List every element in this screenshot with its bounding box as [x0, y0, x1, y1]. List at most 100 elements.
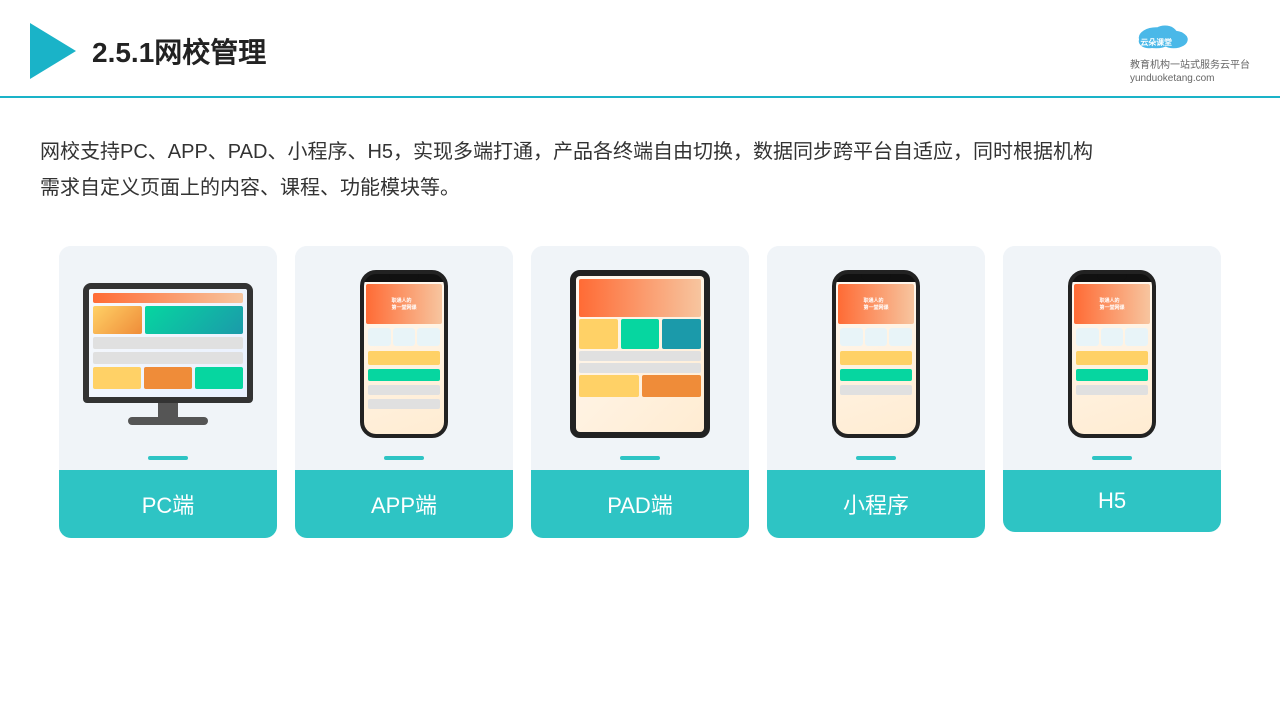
pc-block4: [144, 367, 192, 389]
phone-notch-mini: [861, 274, 891, 282]
card-app-stripe: [384, 456, 424, 460]
card-pad-stripe: [620, 456, 660, 460]
tablet-block1: [579, 319, 618, 349]
card-pad-label: PAD端: [531, 470, 749, 538]
cloud-logo-icon: 云朵课堂: [1130, 18, 1200, 54]
phone-row4: [368, 385, 440, 395]
card-pad: PAD端: [531, 246, 749, 538]
phone-grid-mini: [838, 326, 914, 348]
pc-base: [128, 417, 208, 425]
device-app-mockup: 职通人的第一堂网课: [360, 270, 448, 438]
tablet-row1: [579, 319, 701, 349]
brand-tagline: 教育机构一站式服务云平台: [1130, 56, 1250, 71]
card-miniprogram-label: 小程序: [767, 470, 985, 538]
card-pad-image-area: [531, 246, 749, 456]
pc-block5: [195, 367, 243, 389]
phone-icon1: [368, 328, 391, 346]
tablet-mini2: [579, 363, 701, 373]
phone-icon8: [1101, 328, 1124, 346]
tablet-mini1: [579, 351, 701, 361]
logo-triangle-icon: [30, 23, 76, 79]
tablet-body: [570, 270, 710, 438]
phone-icon6: [889, 328, 912, 346]
page-title: 2.5.1网校管理: [92, 31, 266, 71]
phone-row8: [840, 385, 912, 395]
phone-row10: [1076, 369, 1148, 381]
phone-body: 职通人的第一堂网课: [360, 270, 448, 438]
header-right: 云朵课堂 教育机构一站式服务云平台 yunduoketang.com: [1130, 18, 1250, 84]
header: 2.5.1网校管理 云朵课堂 教育机构一站式服务云平台 yunduoketang…: [0, 0, 1280, 98]
pc-screen-row1: [93, 306, 243, 334]
pc-monitor: [83, 283, 253, 403]
device-miniprogram-mockup: 职通人的第一堂网课: [832, 270, 920, 438]
pc-screen-mini2: [93, 352, 243, 364]
brand-logo: 云朵课堂 教育机构一站式服务云平台 yunduoketang.com: [1130, 18, 1250, 84]
title-text: 网校管理: [154, 37, 266, 68]
tablet-block2: [621, 319, 660, 349]
phone-icon7: [1076, 328, 1099, 346]
phone-row3: [368, 369, 440, 381]
description-text: 网校支持PC、APP、PAD、小程序、H5，实现多端打通，产品各终端自由切换，数…: [40, 134, 1240, 206]
tablet-screen: [576, 276, 704, 432]
tablet-b1: [579, 375, 639, 397]
pc-screen-bar: [93, 293, 243, 303]
pc-block2: [145, 306, 243, 334]
tablet-banner: [579, 279, 701, 317]
phone-notch: [389, 274, 419, 282]
phone-icon2: [393, 328, 416, 346]
phone-icon5: [865, 328, 888, 346]
phone-row11: [1076, 385, 1148, 395]
phone-row7: [840, 369, 912, 381]
card-h5-label: H5: [1003, 470, 1221, 532]
card-app-label: APP端: [295, 470, 513, 538]
phone-notch-h5: [1097, 274, 1127, 282]
phone-screen-h5: 职通人的第一堂网课: [1072, 282, 1152, 434]
svg-text:云朵课堂: 云朵课堂: [1141, 37, 1173, 47]
phone-body-mini: 职通人的第一堂网课: [832, 270, 920, 438]
pc-neck: [158, 403, 178, 417]
card-mini-stripe: [856, 456, 896, 460]
header-left: 2.5.1网校管理: [30, 23, 266, 79]
card-pc-stripe: [148, 456, 188, 460]
phone-row2: [368, 351, 440, 365]
card-miniprogram: 职通人的第一堂网课 小程序: [767, 246, 985, 538]
device-h5-mockup: 职通人的第一堂网课: [1068, 270, 1156, 438]
phone-grid: [366, 326, 442, 348]
phone-row9: [1076, 351, 1148, 365]
card-h5-stripe: [1092, 456, 1132, 460]
card-h5-image-area: 职通人的第一堂网课: [1003, 246, 1221, 456]
phone-row6: [840, 351, 912, 365]
card-pc-label: PC端: [59, 470, 277, 538]
card-pc: PC端: [59, 246, 277, 538]
card-app-image-area: 职通人的第一堂网课: [295, 246, 513, 456]
tablet-row2: [579, 375, 701, 397]
card-pc-image-area: [59, 246, 277, 456]
device-pc-mockup: [83, 283, 253, 425]
card-app: 职通人的第一堂网课 APP端: [295, 246, 513, 538]
phone-banner-mini: 职通人的第一堂网课: [838, 284, 914, 324]
description-block: 网校支持PC、APP、PAD、小程序、H5，实现多端打通，产品各终端自由切换，数…: [0, 98, 1280, 216]
phone-screen-mini: 职通人的第一堂网课: [836, 282, 916, 434]
tablet-b2: [642, 375, 702, 397]
pc-screen: [89, 289, 247, 397]
phone-banner: 职通人的第一堂网课: [366, 284, 442, 324]
tablet-block3: [662, 319, 701, 349]
phone-screen: 职通人的第一堂网课: [364, 282, 444, 434]
brand-url: yunduoketang.com: [1130, 73, 1215, 84]
phone-icon3: [417, 328, 440, 346]
phone-banner-h5: 职通人的第一堂网课: [1074, 284, 1150, 324]
cards-container: PC端 职通人的第一堂网课: [0, 216, 1280, 568]
card-miniprogram-image-area: 职通人的第一堂网课: [767, 246, 985, 456]
device-pad-mockup: [570, 270, 710, 438]
phone-grid-h5: [1074, 326, 1150, 348]
section-number: 2.5.1: [92, 37, 154, 68]
phone-icon9: [1125, 328, 1148, 346]
phone-body-h5: 职通人的第一堂网课: [1068, 270, 1156, 438]
phone-icon4: [840, 328, 863, 346]
phone-row5: [368, 399, 440, 409]
pc-block3: [93, 367, 141, 389]
pc-screen-mini1: [93, 337, 243, 349]
pc-block1: [93, 306, 142, 334]
pc-screen-row2: [93, 367, 243, 389]
card-h5: 职通人的第一堂网课 H5: [1003, 246, 1221, 532]
